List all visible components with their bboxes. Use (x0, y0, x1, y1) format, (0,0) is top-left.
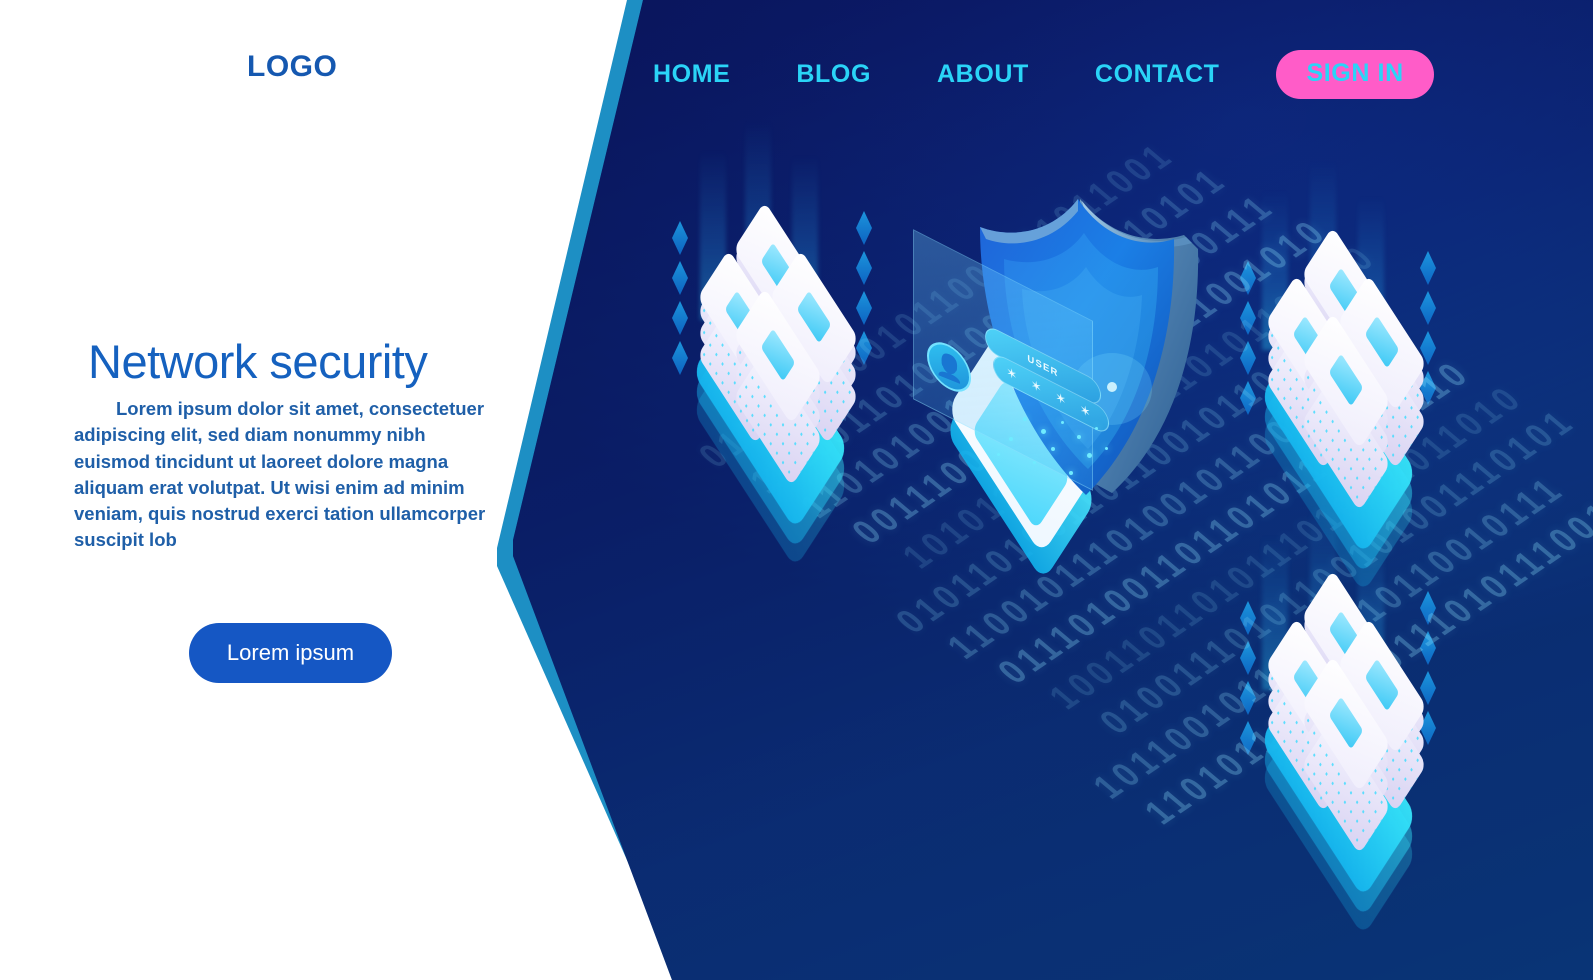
logo[interactable]: LOGO (247, 50, 337, 84)
sign-in-button[interactable]: SIGN IN (1276, 50, 1434, 99)
decorative-diamond-chain (1240, 595, 1258, 761)
page-title: Network security (88, 335, 428, 388)
hero-description: Lorem ipsum dolor sit amet, consectetuer… (74, 398, 486, 551)
server-rack-right-bottom (1258, 569, 1428, 937)
nav-item-contact[interactable]: CONTACT (1062, 60, 1253, 89)
decorative-diamond-chain (1240, 255, 1258, 421)
cta-button[interactable]: Lorem ipsum (189, 623, 392, 683)
nav-item-about[interactable]: ABOUT (904, 60, 1062, 89)
avatar-glyph: 👤 (934, 347, 964, 386)
nav-item-blog[interactable]: BLOG (763, 60, 904, 89)
main-navigation: HOME BLOG ABOUT CONTACT SIGN IN (620, 50, 1434, 99)
landing-page: 0110101100101100110101100110100110101100… (0, 0, 1593, 980)
decorative-diamond-chain (672, 215, 690, 381)
nav-item-home[interactable]: HOME (620, 60, 763, 89)
security-shield-illustration: 👤 USER ✶ ✶ ✶ ✶ (905, 185, 1225, 605)
server-rack-right-top (1258, 226, 1428, 594)
server-rack-left (690, 201, 860, 569)
